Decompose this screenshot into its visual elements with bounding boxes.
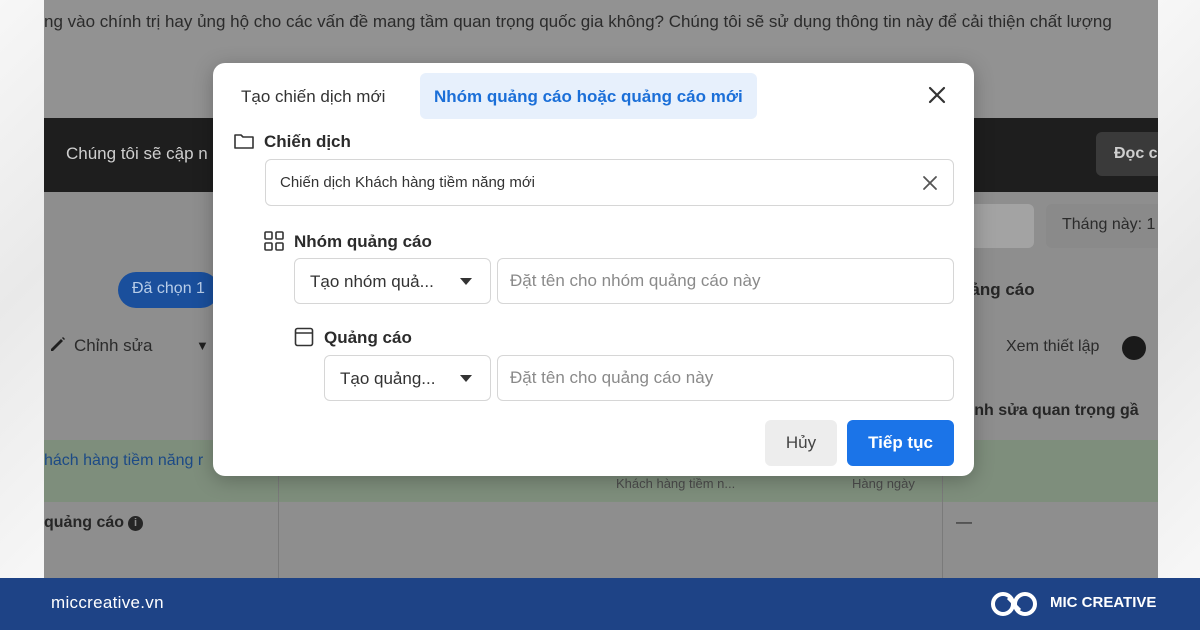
caret-down-icon [460,278,472,285]
ad-label: Quảng cáo [324,328,412,347]
ads-row-label: quảng cáo i [44,514,144,532]
view-settings-label: Xem thiết lập [1006,338,1100,355]
info-icon[interactable]: i [128,516,144,531]
adset-create-select[interactable]: Tạo nhóm quả... [294,258,491,304]
ad-create-select[interactable]: Tạo quảng... [324,355,491,401]
important-edits-label: hỉnh sửa quan trọng gầ [960,402,1139,419]
grid-icon [264,231,284,251]
ad-frame-icon [294,327,314,347]
tab-new-adset-or-ad[interactable]: Nhóm quảng cáo hoặc quảng cáo mới [420,73,757,119]
banner-read-button[interactable]: Đọc c [1096,132,1158,176]
footer-url[interactable]: miccreative.vn [51,593,164,613]
table-row [44,502,1158,578]
ad-name-input[interactable] [497,355,954,401]
campaign-row-name[interactable]: hách hàng tiềm năng r [44,452,203,470]
background-question-text: ng vào chính trị hay ủng hộ cho các vấn … [44,12,1112,31]
campaign-label: Chiến dịch [264,132,351,151]
edit-button[interactable]: Chỉnh sửa [48,334,152,356]
edit-label: Chỉnh sửa [74,336,153,355]
clear-icon[interactable] [921,174,939,192]
ads-row-dash: — [956,514,972,531]
create-dialog: Tạo chiến dịch mới Nhóm quảng cáo hoặc q… [213,63,974,476]
mic-creative-logo-icon [991,592,1037,616]
edit-dropdown-caret-icon[interactable]: ▼ [196,338,209,353]
date-range-selector[interactable]: Tháng này: 1 [1046,204,1158,248]
pencil-icon [51,337,65,351]
frame-right [1158,0,1200,578]
frame-left [0,0,44,578]
selected-badge[interactable]: Đã chọn 1 [118,272,219,308]
adset-select-value: Tạo nhóm quả... [310,272,434,291]
campaign-row-budget: Hàng ngày [852,476,915,491]
footer-brand-name: MIC CREATIVE [1050,594,1157,611]
brand-footer: miccreative.vn MIC CREATIVE [0,578,1200,630]
campaign-row-audience: Khách hàng tiềm n... [616,476,736,491]
campaign-selected-field[interactable]: Chiến dịch Khách hàng tiềm năng mới [265,159,954,206]
campaign-value: Chiến dịch Khách hàng tiềm năng mới [280,174,535,191]
ads-row-label-text: quảng cáo [44,514,125,531]
view-settings-toggle[interactable] [1122,336,1146,360]
banner-text: Chúng tôi sẽ cập n [66,144,208,163]
tab-new-campaign[interactable]: Tạo chiến dịch mới [227,73,399,119]
caret-down-icon [460,375,472,382]
continue-button[interactable]: Tiếp tục [847,420,954,466]
cancel-button[interactable]: Hủy [765,420,837,466]
close-icon[interactable] [925,83,949,107]
ad-select-value: Tạo quảng... [340,369,436,388]
adset-name-input[interactable] [497,258,954,304]
folder-icon [234,134,254,149]
adset-label: Nhóm quảng cáo [294,232,432,251]
